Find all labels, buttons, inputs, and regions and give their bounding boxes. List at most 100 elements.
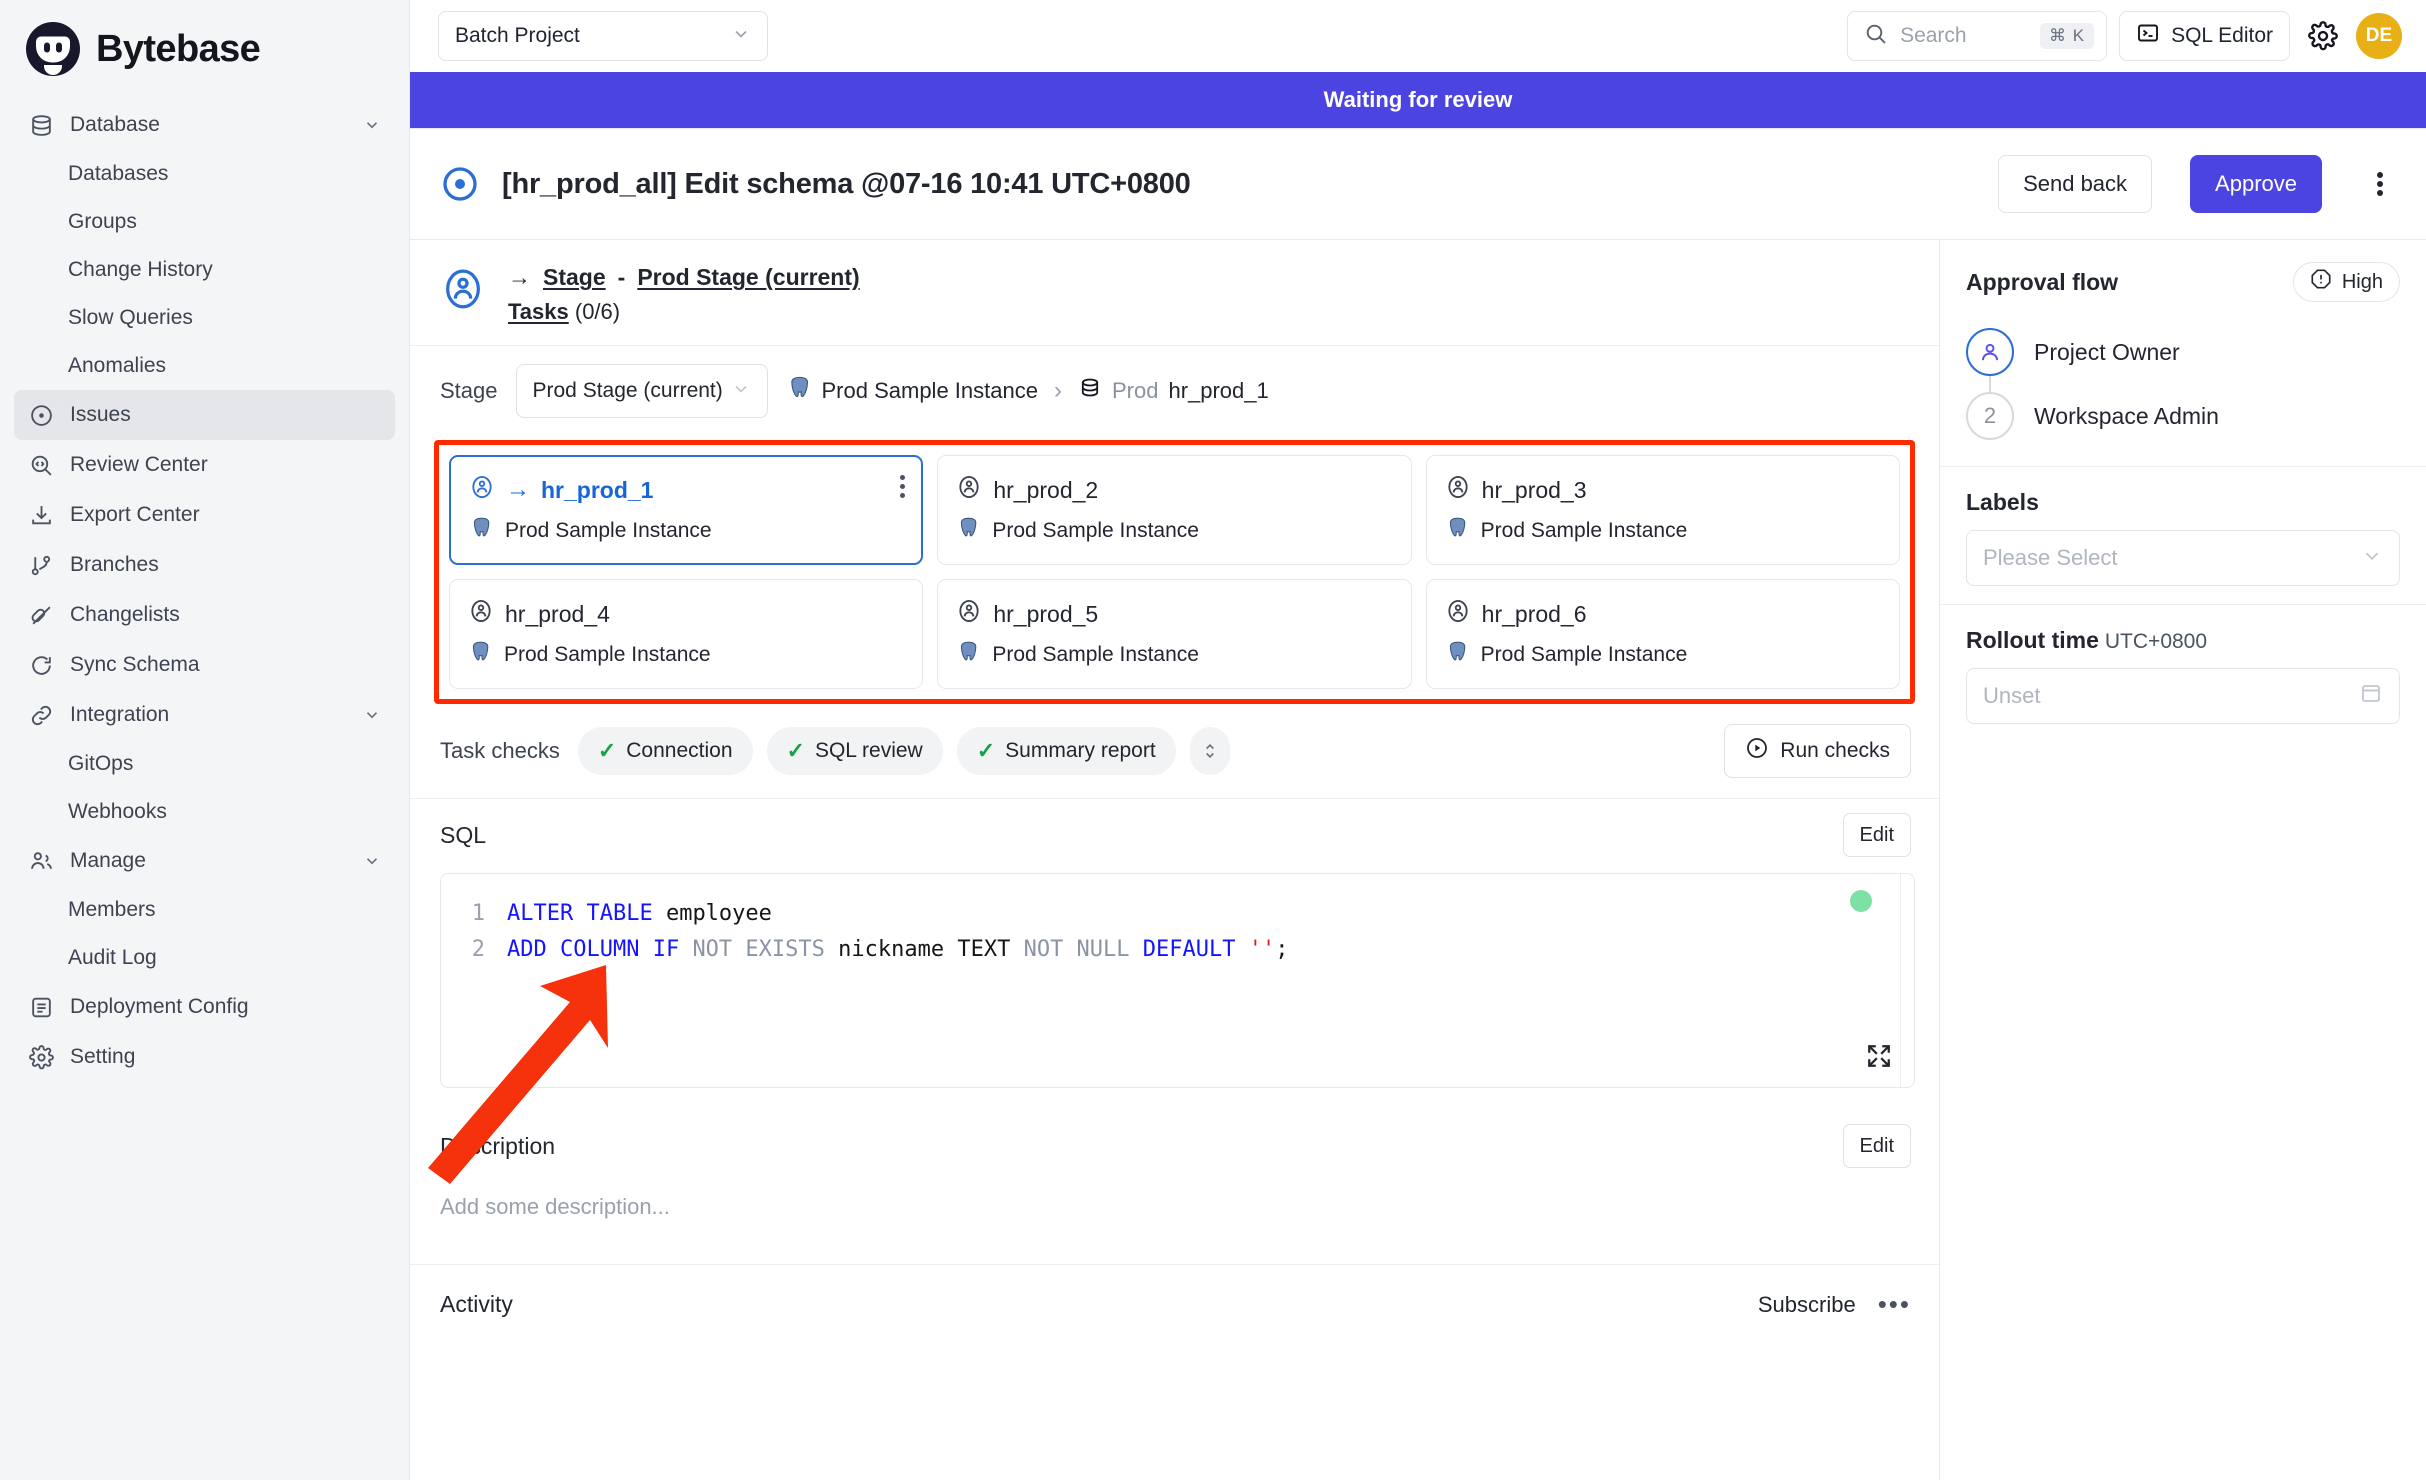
stage-dash: - [617,264,626,290]
sidebar-item-slow-queries[interactable]: Slow Queries [14,294,395,342]
issue-header: [hr_prod_all] Edit schema @07-16 10:41 U… [410,129,2426,240]
sidebar-item-label: Changelists [70,603,180,626]
stage-link[interactable]: Stage [543,264,606,291]
risk-level-badge: High [2292,262,2400,302]
sidebar-item-webhooks[interactable]: Webhooks [14,788,395,836]
task-card[interactable]: hr_prod_6 Prod Sample Instance [1425,579,1900,689]
sidebar-item-manage[interactable]: Manage [14,836,395,886]
run-checks-button[interactable]: Run checks [1724,724,1911,778]
project-selector[interactable]: Batch Project [438,11,768,61]
brand-name: Bytebase [96,27,261,70]
activity-more-menu-button[interactable]: ••• [1878,1289,1911,1320]
approve-button[interactable]: Approve [2190,155,2322,213]
brand[interactable]: Bytebase [0,14,409,90]
sidebar-item-label: Branches [70,553,159,576]
tasks-highlight-annotation: → hr_prod_1 Prod Sample Instance hr_prod… [434,440,1915,704]
postgres-icon [956,640,980,670]
task-name: hr_prod_2 [993,476,1099,503]
sidebar-item-sync-schema[interactable]: Sync Schema [14,640,395,690]
sidebar-item-label: Members [68,898,156,921]
sidebar-item-export-center[interactable]: Export Center [14,490,395,540]
breadcrumb-environment: Prod [1111,378,1159,403]
sidebar-item-setting[interactable]: Setting [14,1032,395,1082]
tasks-link[interactable]: Tasks [508,299,569,324]
line-number: 1 [471,901,485,926]
approval-step-avatar-icon [1966,328,2014,376]
stage-select[interactable]: Prod Stage (current) [515,364,768,418]
sidebar-item-issues[interactable]: Issues [14,390,395,440]
subscribe-button[interactable]: Subscribe [1758,1292,1856,1318]
page-title: [hr_prod_all] Edit schema @07-16 10:41 U… [502,167,1191,200]
check-chip-summary-report[interactable]: ✓ Summary report [956,727,1176,775]
branches-icon [28,552,54,578]
sidebar-item-audit-log[interactable]: Audit Log [14,934,395,982]
search-input[interactable]: Search ⌘ K [1847,11,2108,61]
sidebar-item-database[interactable]: Database [14,100,395,150]
line-number: 2 [471,937,485,962]
task-instance-name: Prod Sample Instance [505,519,712,542]
postgres-icon [1445,516,1469,546]
sidebar-item-databases[interactable]: Databases [14,150,395,198]
sql-edit-button[interactable]: Edit [1842,813,1911,857]
postgres-icon [469,516,493,546]
task-card-title-row: hr_prod_6 [1445,598,1881,630]
sql-editor-label: SQL Editor [2171,24,2273,47]
rollout-time-input[interactable]: Unset [1966,668,2400,724]
task-name: hr_prod_4 [505,600,610,627]
sidebar: Bytebase Database Databases Groups Chang… [0,0,410,1480]
issue-more-menu-button[interactable] [2362,155,2398,213]
task-more-menu-button[interactable] [900,475,906,498]
postgres-icon [468,640,492,670]
task-card[interactable]: hr_prod_2 Prod Sample Instance [937,455,1412,565]
terminal-icon [2136,21,2160,51]
sidebar-item-anomalies[interactable]: Anomalies [14,342,395,390]
send-back-button[interactable]: Send back [1998,155,2153,213]
status-banner-text: Waiting for review [1323,87,1513,112]
content-frame: [hr_prod_all] Edit schema @07-16 10:41 U… [410,128,2426,1480]
breadcrumb-database[interactable]: hr_prod_1 [1168,378,1268,404]
settings-gear-button[interactable] [2302,15,2344,57]
check-label: SQL review [814,739,923,762]
sidebar-item-members[interactable]: Members [14,886,395,934]
sidebar-item-changelists[interactable]: Changelists [14,590,395,640]
export-center-icon [28,502,54,528]
sidebar-item-label: Setting [70,1045,136,1068]
calendar-icon [2359,681,2383,711]
stage-name-link[interactable]: Prod Stage (current) [637,264,859,291]
chevron-down-icon [363,706,381,724]
sidebar-item-label: Webhooks [68,800,167,823]
integration-icon [28,702,54,728]
task-card[interactable]: hr_prod_5 Prod Sample Instance [937,579,1412,689]
check-chip-connection[interactable]: ✓ Connection [577,727,753,775]
sidebar-item-review-center[interactable]: Review Center [14,440,395,490]
sidebar-item-gitops[interactable]: GitOps [14,740,395,788]
approval-flow-header: Approval flow High [1966,262,2400,302]
task-card-instance-row: Prod Sample Instance [1445,516,1881,546]
play-circle-icon [1745,736,1769,766]
task-card[interactable]: hr_prod_4 Prod Sample Instance [449,579,924,689]
description-placeholder[interactable]: Add some description... [410,1180,1939,1264]
tasks-count: (0/6) [574,299,621,324]
check-chip-sql-review[interactable]: ✓ SQL review [766,727,943,775]
breadcrumb-instance[interactable]: Prod Sample Instance [822,378,1038,404]
task-card-title-row: hr_prod_2 [956,474,1392,506]
sql-editor-button[interactable]: SQL Editor [2119,11,2290,61]
description-edit-button[interactable]: Edit [1842,1124,1911,1168]
avatar[interactable]: DE [2356,13,2402,59]
sql-code-block[interactable]: 1 ALTER TABLE employee 2 ADD COLUMN IF N… [440,873,1915,1088]
sidebar-item-integration[interactable]: Integration [14,690,395,740]
deployment-config-icon [28,994,54,1020]
sidebar-item-branches[interactable]: Branches [14,540,395,590]
labels-select[interactable]: Please Select [1966,530,2400,586]
task-card[interactable]: → hr_prod_1 Prod Sample Instance [449,455,924,565]
expand-editor-icon[interactable] [1866,1043,1892,1069]
check-icon: ✓ [597,738,617,763]
sidebar-item-groups[interactable]: Groups [14,198,395,246]
sidebar-item-change-history[interactable]: Change History [14,246,395,294]
sidebar-item-label: GitOps [68,752,134,775]
task-card[interactable]: hr_prod_3 Prod Sample Instance [1425,455,1900,565]
sql-scrollbar[interactable] [1900,874,1914,1087]
expand-checks-button[interactable] [1189,727,1230,775]
task-name: hr_prod_6 [1481,600,1587,627]
sidebar-item-deployment-config[interactable]: Deployment Config [14,982,395,1032]
